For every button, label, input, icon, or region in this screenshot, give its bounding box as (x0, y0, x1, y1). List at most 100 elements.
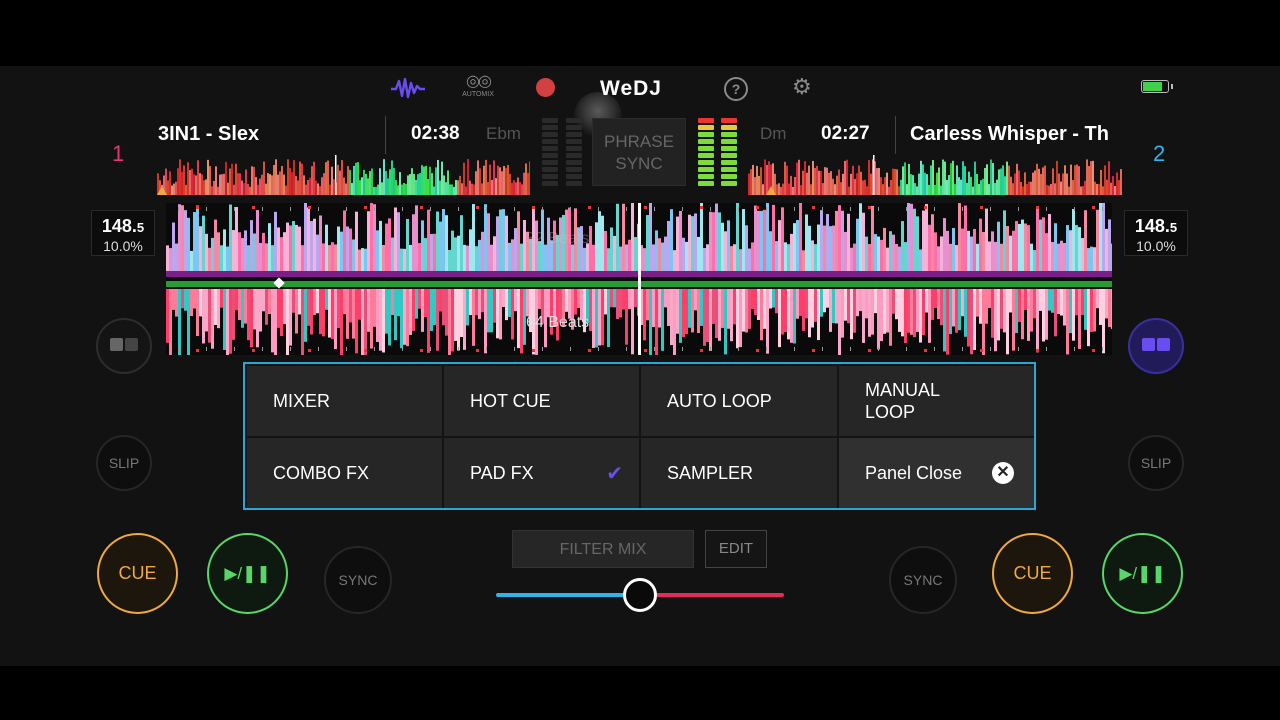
waveform-bar (526, 289, 529, 317)
deck-1-play-pause-button[interactable]: ▶/❚❚ (207, 533, 288, 614)
overview-bar (403, 182, 405, 195)
waveform-bar (643, 289, 646, 341)
overview-bar (950, 163, 952, 195)
overview-bar (427, 179, 429, 195)
waveform-bar (352, 289, 355, 339)
overview-bar (1030, 181, 1032, 195)
waveform-bar (631, 203, 634, 271)
waveform-bar (1039, 289, 1042, 311)
deck-2-panel-toggle-button[interactable] (1128, 318, 1184, 374)
waveform-bar (493, 236, 496, 271)
beat-tick (206, 347, 207, 351)
combo-fx-tab[interactable]: COMBO FX (247, 438, 442, 508)
edit-button[interactable]: EDIT (705, 530, 767, 568)
overview-bar (517, 177, 519, 195)
waveform-bar (403, 248, 406, 271)
waveform-bar (259, 289, 262, 332)
pad-fx-tab[interactable]: PAD FX ✔ (444, 438, 639, 508)
panel-close-button[interactable]: Panel Close ✕ (839, 438, 1034, 508)
overview-bar (818, 170, 820, 195)
waveform-bar (628, 239, 631, 271)
overview-bar (1038, 168, 1040, 195)
waveform-bar (946, 289, 949, 355)
settings-icon[interactable]: ⚙ (792, 74, 812, 100)
beat-tick (178, 207, 179, 211)
battery-icon (1141, 80, 1173, 93)
deck-1-overview-waveform[interactable] (157, 155, 530, 195)
phrase-sync-button[interactable]: PHRASE SYNC (592, 118, 686, 186)
top-beat-count-label: 32 Beats (526, 230, 590, 247)
help-icon[interactable]: ? (724, 77, 748, 101)
overview-bar (898, 186, 900, 195)
overview-bar (243, 183, 245, 195)
deck-1-slip-button[interactable]: SLIP (96, 435, 152, 491)
overview-bar (235, 163, 237, 195)
waveform-bar (211, 237, 214, 271)
overview-bar (169, 171, 171, 195)
deck-2-overview-waveform[interactable] (748, 155, 1122, 195)
downbeat-marker (868, 206, 871, 209)
waveform-bar (745, 289, 748, 333)
deck-2-sync-button[interactable]: SYNC (889, 546, 957, 614)
waveform-icon[interactable] (390, 76, 426, 100)
filter-mix-button[interactable]: FILTER MIX (512, 530, 694, 568)
deck-2-slip-button[interactable]: SLIP (1128, 435, 1184, 491)
waveform-bar (508, 289, 511, 317)
deck-1-bpm-display[interactable]: 148.5 10.0% (91, 210, 155, 256)
overview-bar (253, 166, 255, 195)
waveform-bar (298, 289, 301, 315)
overview-bar (443, 175, 445, 195)
downbeat-marker (644, 349, 647, 352)
overview-bar (834, 184, 836, 195)
overview-bar (481, 183, 483, 195)
meter-segment (721, 167, 737, 172)
waveform-bar (931, 214, 934, 271)
waveform-bar (310, 221, 313, 271)
waveform-bar (694, 289, 697, 311)
waveform-bar (487, 289, 490, 333)
overview-bar (1080, 186, 1082, 195)
automix-button[interactable]: ◎◎ AUTOMIX (458, 73, 498, 98)
overview-bar (509, 173, 511, 195)
beat-tick (934, 347, 935, 351)
deck-1-sync-button[interactable]: SYNC (324, 546, 392, 614)
overview-bar (1062, 173, 1064, 195)
waveform-bar (832, 289, 835, 324)
overview-bar (499, 167, 501, 195)
hot-cue-tab[interactable]: HOT CUE (444, 366, 639, 436)
waveform-bar (301, 289, 304, 355)
overview-bar (814, 168, 816, 195)
phrase-sync-label-1: PHRASE (604, 132, 674, 151)
waveform-bar (997, 289, 1000, 341)
overview-bar (964, 166, 966, 195)
sampler-tab[interactable]: SAMPLER (641, 438, 837, 508)
waveform-bar (604, 230, 607, 271)
auto-loop-tab[interactable]: AUTO LOOP (641, 366, 837, 436)
meter-segment (721, 132, 737, 137)
waveform-bar (232, 230, 235, 271)
waveform-bar (991, 231, 994, 271)
deck-2-cue-button[interactable]: CUE (992, 533, 1073, 614)
record-icon[interactable] (536, 78, 555, 97)
waveform-bar (463, 289, 466, 350)
overview-bar (295, 176, 297, 195)
waveform-bar (1075, 289, 1078, 316)
deck-1-panel-toggle-button[interactable] (96, 318, 152, 374)
deck-2-bpm-display[interactable]: 148.5 10.0% (1124, 210, 1188, 256)
overview-bar (1024, 172, 1026, 195)
waveform-bar (241, 289, 244, 328)
overview-bar (435, 167, 437, 195)
crossfader-handle[interactable] (623, 578, 657, 612)
deck-1-cue-button[interactable]: CUE (97, 533, 178, 614)
downbeat-marker (532, 206, 535, 209)
waveform-bar (754, 205, 757, 271)
overview-bar (944, 161, 946, 195)
mixer-tab[interactable]: MIXER (247, 366, 442, 436)
overview-bar (187, 162, 189, 195)
waveform-bar (397, 289, 400, 317)
waveform-bar (676, 289, 679, 334)
waveform-bar (1084, 289, 1087, 330)
waveform-bar (1099, 203, 1102, 271)
deck-2-play-pause-button[interactable]: ▶/❚❚ (1102, 533, 1183, 614)
manual-loop-tab[interactable]: MANUAL LOOP (839, 366, 1034, 436)
